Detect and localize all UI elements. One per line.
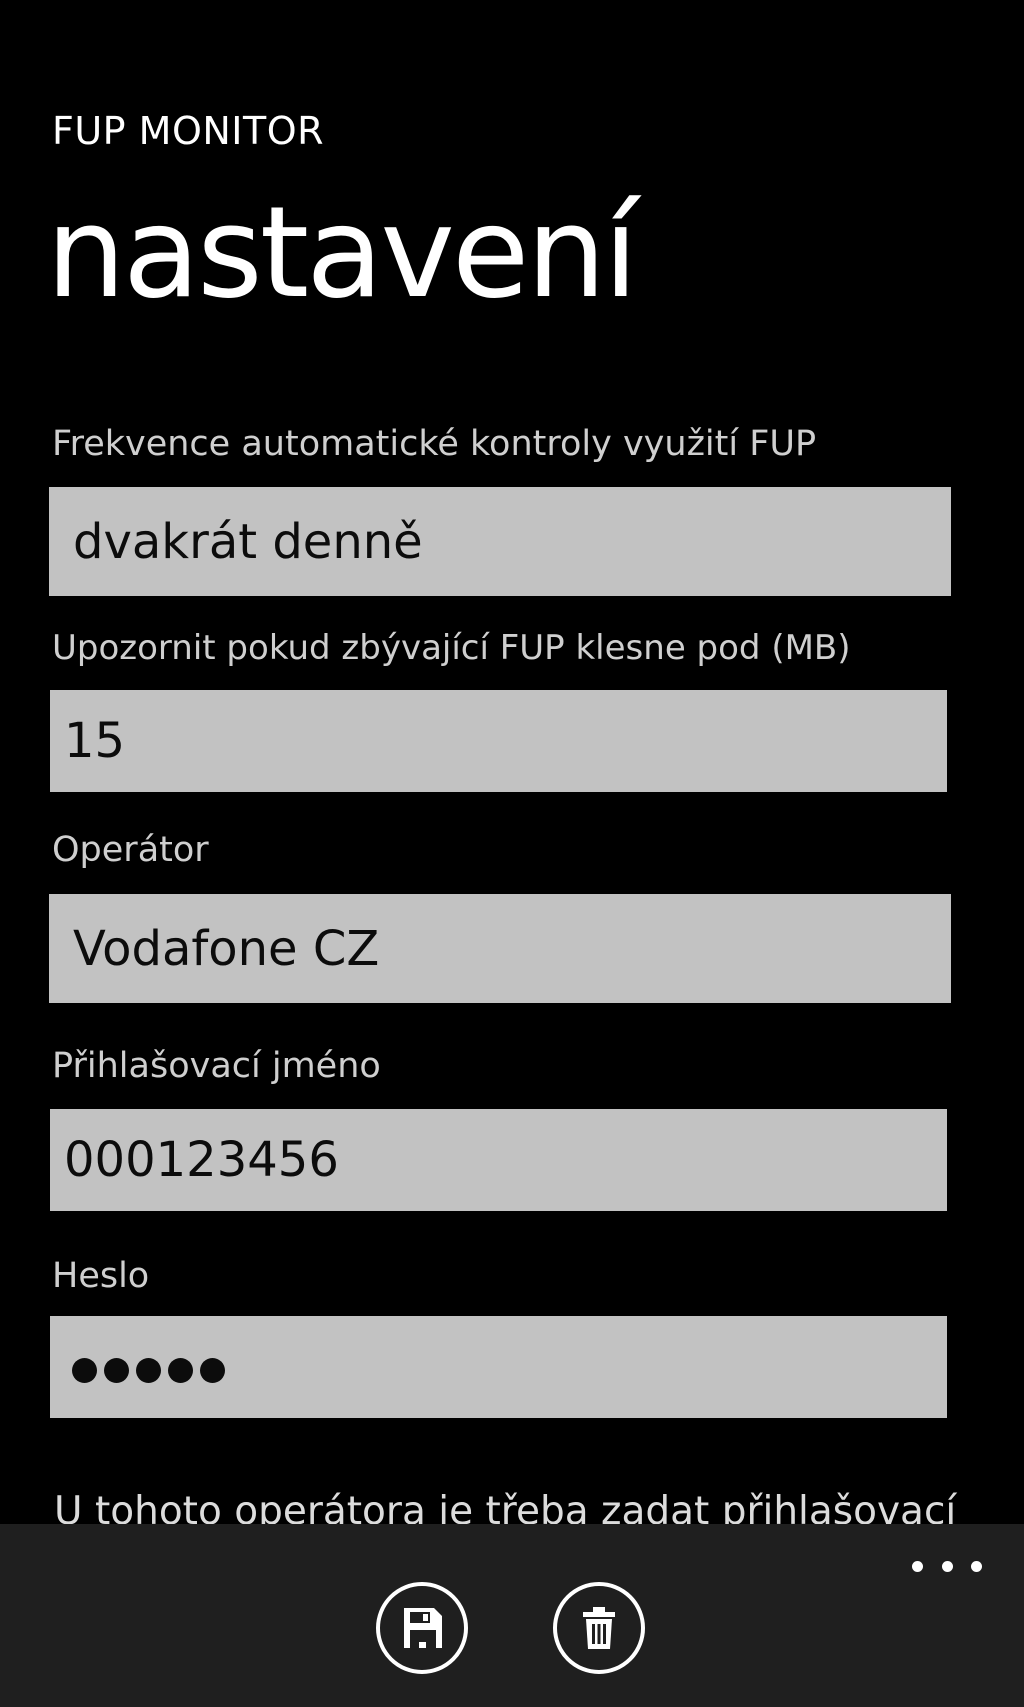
password-label: Heslo xyxy=(52,1256,150,1296)
app-bar xyxy=(0,1524,1024,1707)
password-dot xyxy=(104,1357,129,1383)
password-dot xyxy=(136,1357,161,1383)
threshold-value: 15 xyxy=(64,713,126,769)
operator-label: Operátor xyxy=(52,830,209,870)
save-button[interactable] xyxy=(376,1582,468,1674)
password-value xyxy=(50,1339,232,1395)
login-value: 000123456 xyxy=(64,1132,339,1188)
login-label: Přihlašovací jméno xyxy=(52,1046,381,1086)
operator-value: Vodafone CZ xyxy=(73,920,380,977)
app-name: FUP MONITOR xyxy=(52,109,325,153)
threshold-label: Upozornit pokud zbývající FUP klesne pod… xyxy=(52,628,851,668)
delete-button[interactable] xyxy=(553,1582,645,1674)
more-icon[interactable] xyxy=(912,1548,982,1584)
trash-icon xyxy=(583,1607,615,1649)
save-icon xyxy=(404,1608,442,1648)
frequency-label: Frekvence automatické kontroly využití F… xyxy=(52,424,817,464)
more-dot xyxy=(941,1560,953,1572)
page-title: nastavení xyxy=(46,179,638,326)
operator-picker[interactable]: Vodafone CZ xyxy=(49,894,951,1003)
more-dot xyxy=(912,1560,923,1572)
frequency-value: dvakrát denně xyxy=(73,513,423,570)
threshold-input[interactable]: 15 xyxy=(50,690,947,792)
password-dot xyxy=(200,1357,225,1383)
password-input[interactable] xyxy=(50,1316,947,1418)
more-dot xyxy=(971,1560,982,1572)
frequency-picker[interactable]: dvakrát denně xyxy=(49,487,951,596)
login-input[interactable]: 000123456 xyxy=(50,1109,947,1211)
password-dot xyxy=(168,1357,193,1383)
password-dot xyxy=(72,1357,97,1383)
